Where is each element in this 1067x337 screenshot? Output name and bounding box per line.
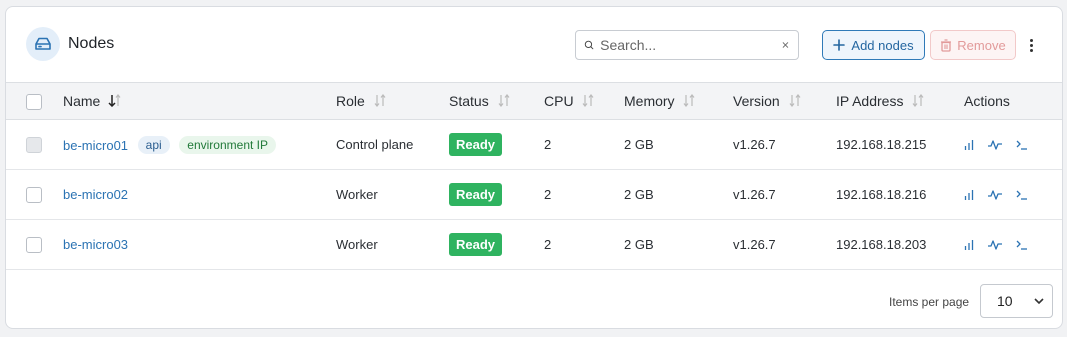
terminal-icon[interactable]: [1016, 190, 1028, 200]
trash-icon: [941, 38, 952, 52]
node-version: v1.26.7: [733, 237, 776, 252]
row-checkbox[interactable]: [26, 236, 42, 253]
search-icon: [584, 40, 594, 50]
bar-chart-icon[interactable]: [964, 139, 974, 150]
items-per-page-value: 10: [997, 293, 1013, 309]
card-header: Nodes Add nodes: [6, 7, 1062, 83]
node-memory: 2 GB: [624, 237, 654, 252]
node-ip: 192.168.18.216: [836, 187, 927, 202]
node-ip: 192.168.18.203: [836, 237, 927, 252]
nodes-table: Name Role Status CPU Memory Version IP A…: [6, 82, 1062, 270]
row-actions: [964, 139, 1062, 150]
node-version: v1.26.7: [733, 137, 776, 152]
row-actions: [964, 189, 1062, 200]
search-input[interactable]: [600, 37, 782, 53]
node-role: Worker: [336, 237, 378, 252]
select-all-checkbox[interactable]: [26, 93, 42, 110]
column-header-ip-label: IP Address: [836, 93, 904, 109]
node-cpu: 2: [544, 187, 552, 202]
server-drive-icon: [26, 27, 60, 61]
node-version: v1.26.7: [733, 187, 776, 202]
column-header-memory[interactable]: Memory: [624, 83, 733, 120]
column-header-version[interactable]: Version: [733, 83, 836, 120]
status-badge: Ready: [449, 183, 503, 206]
sort-arrows-icon: [374, 94, 386, 107]
terminal-icon[interactable]: [1016, 240, 1028, 250]
column-header-name[interactable]: Name: [63, 83, 336, 120]
sort-arrows-icon: [789, 94, 801, 107]
column-header-memory-label: Memory: [624, 93, 675, 109]
node-memory: 2 GB: [624, 187, 654, 202]
node-cpu: 2: [544, 237, 552, 252]
bar-chart-icon[interactable]: [964, 239, 974, 250]
sort-arrows-icon: [683, 94, 695, 107]
row-checkbox: [26, 136, 42, 153]
row-actions: [964, 239, 1062, 250]
column-header-actions: Actions: [964, 93, 1010, 109]
sort-arrows-icon: [912, 94, 924, 107]
column-header-status[interactable]: Status: [449, 83, 544, 120]
row-checkbox[interactable]: [26, 186, 42, 203]
column-header-name-label: Name: [63, 93, 101, 109]
node-ip: 192.168.18.215: [836, 137, 927, 152]
node-role: Control plane: [336, 137, 414, 152]
page-title: Nodes: [68, 35, 115, 52]
items-per-page-select[interactable]: 10: [980, 284, 1053, 318]
node-name-link[interactable]: be-micro03: [63, 237, 128, 252]
terminal-icon[interactable]: [1016, 140, 1028, 150]
sort-arrows-icon: [582, 94, 594, 107]
activity-pulse-icon[interactable]: [988, 139, 1002, 150]
sort-desc-icon: [108, 94, 121, 107]
node-memory: 2 GB: [624, 137, 654, 152]
column-header-cpu[interactable]: CPU: [544, 83, 624, 120]
chevron-down-icon: [1034, 297, 1044, 304]
column-header-role-label: Role: [336, 93, 365, 109]
table-row: be-micro03 Worker Ready 2 2 GB v1.26.7 1…: [6, 220, 1062, 270]
remove-button[interactable]: Remove: [930, 30, 1016, 60]
add-nodes-label: Add nodes: [851, 37, 914, 53]
column-header-cpu-label: CPU: [544, 93, 574, 109]
column-header-ip[interactable]: IP Address: [836, 83, 964, 120]
table-row: be-micro01 api environment IP Control pl…: [6, 120, 1062, 170]
node-tag: api: [137, 135, 170, 154]
node-name-link[interactable]: be-micro01: [63, 138, 128, 153]
close-icon[interactable]: [781, 38, 790, 52]
add-nodes-button[interactable]: Add nodes: [822, 30, 925, 60]
activity-pulse-icon[interactable]: [988, 189, 1002, 200]
column-header-status-label: Status: [449, 93, 489, 109]
node-role: Worker: [336, 187, 378, 202]
status-badge: Ready: [449, 133, 503, 156]
remove-label: Remove: [957, 37, 1006, 53]
node-name-link[interactable]: be-micro02: [63, 187, 128, 202]
table-footer: Items per page 10: [6, 270, 1062, 328]
search-box[interactable]: [575, 30, 799, 60]
node-cpu: 2: [544, 137, 552, 152]
column-header-version-label: Version: [733, 93, 780, 109]
table-header-row: Name Role Status CPU Memory Version IP A…: [6, 82, 1062, 120]
nodes-card: Nodes Add nodes: [5, 6, 1063, 329]
column-header-role[interactable]: Role: [336, 83, 449, 120]
kebab-menu-icon[interactable]: [1024, 35, 1038, 55]
activity-pulse-icon[interactable]: [988, 239, 1002, 250]
table-row: be-micro02 Worker Ready 2 2 GB v1.26.7 1…: [6, 170, 1062, 220]
sort-arrows-icon: [498, 94, 510, 107]
node-tag: environment IP: [179, 135, 277, 154]
items-per-page-label: Items per page: [889, 295, 970, 309]
bar-chart-icon[interactable]: [964, 189, 974, 200]
status-badge: Ready: [449, 233, 503, 256]
plus-icon: [833, 39, 846, 51]
